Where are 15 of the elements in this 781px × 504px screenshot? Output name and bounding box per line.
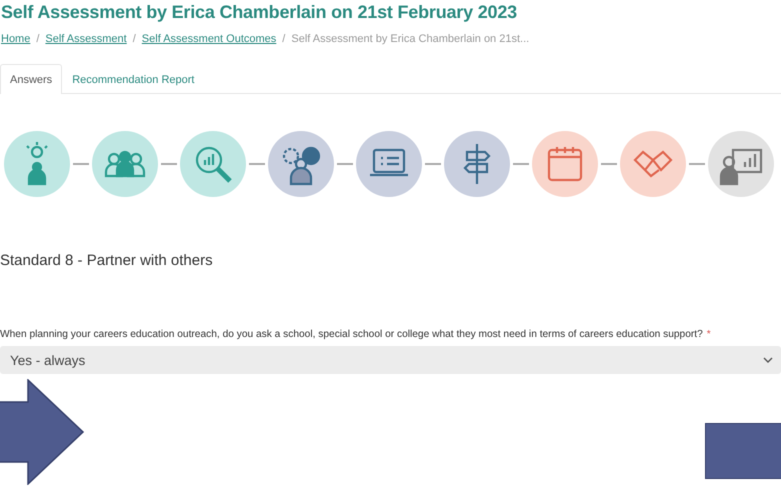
required-mark: * [706,329,711,340]
standard-heading: Standard 8 - Partner with others [0,252,214,269]
chevron-down-icon [763,357,773,363]
breadcrumb-separator: / [36,33,40,45]
tab[interactable]: Recommendation Report [62,64,204,94]
breadcrumb-link[interactable]: Home [1,33,30,45]
breadcrumb-link[interactable]: Self Assessment [45,33,127,45]
breadcrumb-current: Self Assessment by Erica Chamberlain on 21st... [291,33,530,45]
tab[interactable]: Answers [0,64,62,94]
page-title: Self Assessment by Erica Chamberlain on 21st February 2023 [0,1,518,23]
breadcrumb-link[interactable]: Self Assessment Outcomes [142,33,276,45]
breadcrumb-separator: / [282,33,286,45]
question-label: When planning your careers education outreach, do you ask a school, special school or college what they most need in terms of careers education support? [0,329,703,340]
breadcrumb-separator: / [132,33,136,45]
answer-dropdown[interactable]: Yes - always [0,346,781,374]
